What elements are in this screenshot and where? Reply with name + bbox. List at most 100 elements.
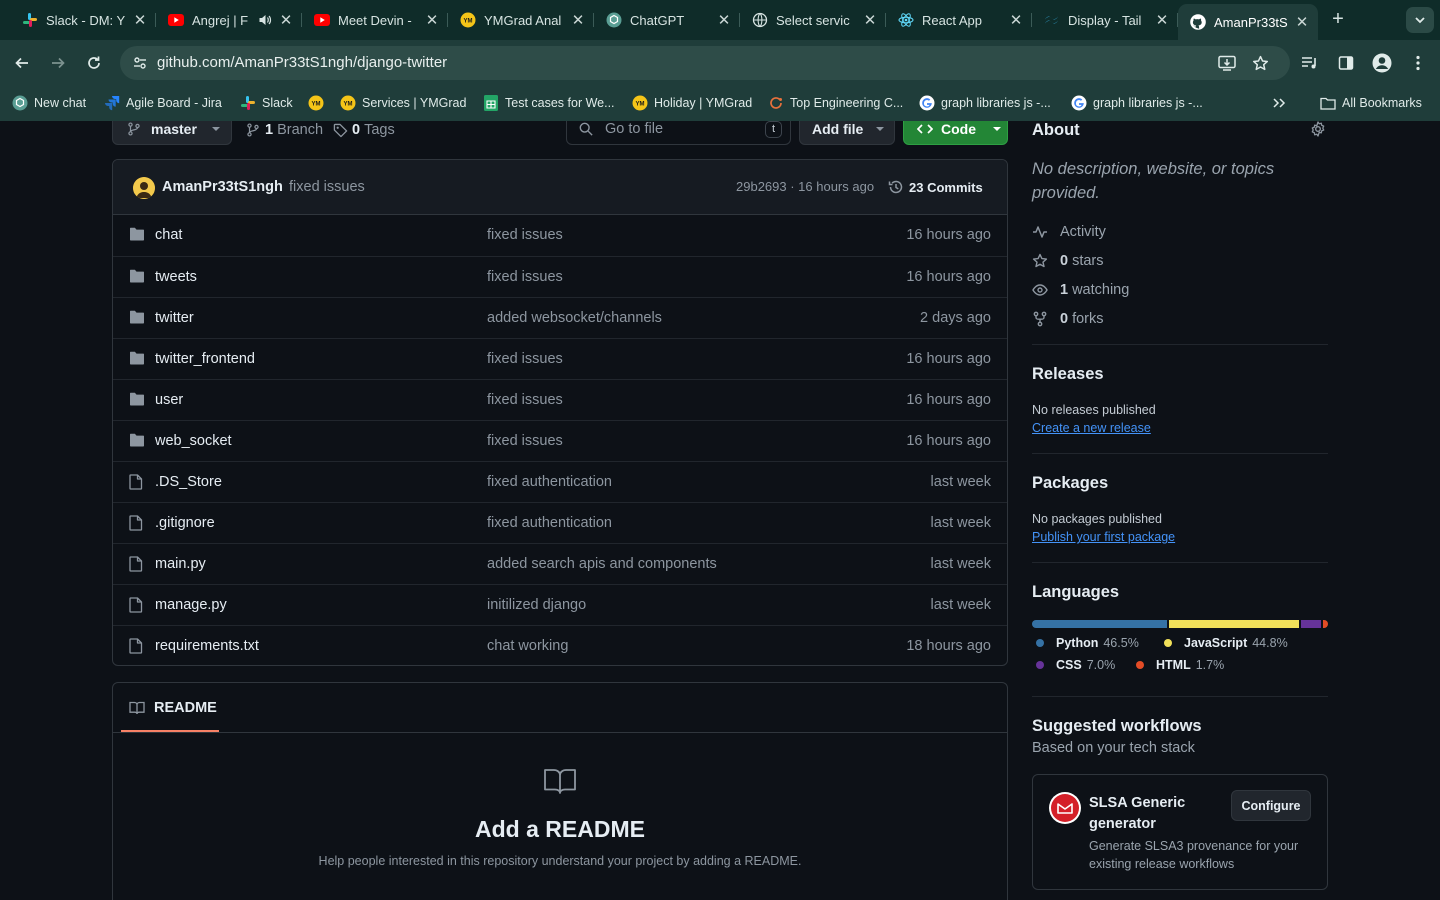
browser-tab[interactable]: YM YMGrad Anal ✕ xyxy=(448,5,594,35)
install-app-icon[interactable] xyxy=(1217,54,1237,72)
file-name[interactable]: manage.py xyxy=(155,597,227,613)
url-text[interactable]: github.com/AmanPr33tS1ngh/django-twitter xyxy=(157,54,447,71)
bookmark-item[interactable]: Agile Board - Jira xyxy=(104,93,222,113)
file-name[interactable]: user xyxy=(155,392,183,408)
site-settings-icon[interactable] xyxy=(132,55,148,71)
file-row[interactable]: chat fixed issues 16 hours ago xyxy=(113,215,1007,256)
branches-link[interactable]: 1 Branch xyxy=(246,121,323,139)
file-commit-message[interactable]: added search apis and components xyxy=(487,556,717,572)
avatar[interactable] xyxy=(133,177,155,199)
browser-tab[interactable]: Angrej | F ✕ xyxy=(156,5,302,35)
commits-link[interactable]: 23 Commits xyxy=(888,179,983,195)
close-icon[interactable]: ✕ xyxy=(1008,11,1024,29)
file-name[interactable]: twitter_frontend xyxy=(155,351,255,367)
browser-tab[interactable]: React App ✕ xyxy=(886,5,1032,35)
file-commit-message[interactable]: fixed issues xyxy=(487,351,563,367)
bookmark-item[interactable]: graph libraries js -... xyxy=(919,93,1051,113)
bookmark-item[interactable]: Top Engineering C... xyxy=(768,93,903,113)
browser-tab[interactable]: Meet Devin - ✕ xyxy=(302,5,448,35)
code-button[interactable]: Code xyxy=(903,121,1008,145)
tab-search-button[interactable] xyxy=(1406,7,1434,33)
bookmark-item[interactable]: Slack xyxy=(240,93,293,113)
file-row[interactable]: web_socket fixed issues 16 hours ago xyxy=(113,420,1007,461)
bookmark-star-icon[interactable] xyxy=(1250,54,1270,72)
publish-package-link[interactable]: Publish your first package xyxy=(1032,530,1175,544)
profile-button[interactable] xyxy=(1370,51,1394,75)
tags-link[interactable]: 0 Tags xyxy=(333,121,395,139)
file-row[interactable]: manage.py initilized django last week xyxy=(113,584,1007,625)
file-commit-message[interactable]: fixed issues xyxy=(487,269,563,285)
file-commit-message[interactable]: initilized django xyxy=(487,597,586,613)
file-name[interactable]: requirements.txt xyxy=(155,638,259,654)
releases-heading[interactable]: Releases xyxy=(1032,365,1104,384)
close-icon[interactable]: ✕ xyxy=(1154,11,1170,29)
file-row[interactable]: requirements.txt chat working 18 hours ago xyxy=(113,625,1007,665)
new-tab-button[interactable]: + xyxy=(1326,8,1350,32)
file-row[interactable]: main.py added search apis and components l… xyxy=(113,543,1007,584)
close-icon[interactable]: ✕ xyxy=(570,11,586,29)
bookmark-item[interactable]: New chat xyxy=(12,93,86,113)
language-item[interactable]: CSS 7.0% xyxy=(1036,658,1115,672)
close-icon[interactable]: ✕ xyxy=(862,11,878,29)
address-bar[interactable]: github.com/AmanPr33tS1ngh/django-twitter xyxy=(120,46,1290,80)
all-bookmarks-button[interactable]: All Bookmarks xyxy=(1320,93,1422,113)
file-name[interactable]: .gitignore xyxy=(155,515,215,531)
file-commit-message[interactable]: fixed authentication xyxy=(487,474,612,490)
side-panel-button[interactable] xyxy=(1334,51,1358,75)
gear-icon[interactable] xyxy=(1310,121,1326,137)
file-name[interactable]: twitter xyxy=(155,310,194,326)
file-name[interactable]: main.py xyxy=(155,556,206,572)
file-row[interactable]: twitter_frontend fixed issues 16 hours ago xyxy=(113,338,1007,379)
commit-hash-time[interactable]: 29b2693 · 16 hours ago xyxy=(736,179,874,194)
language-item[interactable]: Python 46.5% xyxy=(1036,636,1139,650)
close-icon[interactable]: ✕ xyxy=(132,11,148,29)
activity-link[interactable]: Activity xyxy=(1032,222,1106,242)
browser-menu-button[interactable] xyxy=(1406,51,1430,75)
branch-selector[interactable]: master xyxy=(112,121,232,145)
bookmark-item[interactable]: YM Services | YMGrad xyxy=(340,93,466,113)
packages-heading[interactable]: Packages xyxy=(1032,474,1108,493)
file-name[interactable]: web_socket xyxy=(155,433,232,449)
speaker-icon[interactable] xyxy=(258,13,272,27)
bookmark-item[interactable]: Test cases for We... xyxy=(483,93,615,113)
browser-tab[interactable]: AmanPr33tS ✕ xyxy=(1178,4,1318,40)
bookmark-item[interactable]: YM xyxy=(308,93,330,113)
browser-tab[interactable]: ChatGPT ✕ xyxy=(594,5,740,35)
watchers-link[interactable]: 1 watching xyxy=(1032,280,1129,300)
file-commit-message[interactable]: fixed issues xyxy=(487,392,563,408)
forks-link[interactable]: 0 forks xyxy=(1032,309,1104,329)
language-item[interactable]: JavaScript 44.8% xyxy=(1164,636,1288,650)
language-item[interactable]: HTML 1.7% xyxy=(1136,658,1224,672)
file-name[interactable]: tweets xyxy=(155,269,197,285)
close-icon[interactable]: ✕ xyxy=(424,11,440,29)
browser-tab[interactable]: Select servic ✕ xyxy=(740,5,886,35)
file-name[interactable]: .DS_Store xyxy=(155,474,222,490)
workflow-title[interactable]: SLSA Generic generator xyxy=(1089,793,1229,835)
close-icon[interactable]: ✕ xyxy=(278,11,294,29)
media-controls-button[interactable] xyxy=(1298,51,1322,75)
bookmark-item[interactable]: YM Holiday | YMGrad xyxy=(632,93,752,113)
add-file-button[interactable]: Add file xyxy=(799,121,895,145)
commit-author[interactable]: AmanPr33tS1ngh xyxy=(162,179,283,195)
configure-button[interactable]: Configure xyxy=(1231,790,1311,821)
close-icon[interactable]: ✕ xyxy=(716,11,732,29)
file-commit-message[interactable]: fixed issues xyxy=(487,227,563,243)
readme-tab[interactable]: README xyxy=(129,700,217,716)
reload-button[interactable] xyxy=(82,51,106,75)
forward-button[interactable] xyxy=(46,51,70,75)
browser-tab[interactable]: Slack - DM: Y ✕ xyxy=(10,5,156,35)
back-button[interactable] xyxy=(10,51,34,75)
file-commit-message[interactable]: fixed issues xyxy=(487,433,563,449)
commit-message[interactable]: fixed issues xyxy=(289,179,365,195)
close-icon[interactable]: ✕ xyxy=(1294,13,1310,31)
more-bookmarks-button[interactable] xyxy=(1272,93,1286,113)
browser-tab[interactable]: Display - Tail ✕ xyxy=(1032,5,1178,35)
file-commit-message[interactable]: chat working xyxy=(487,638,568,654)
file-row[interactable]: tweets fixed issues 16 hours ago xyxy=(113,256,1007,297)
go-to-file-input[interactable]: Go to file t xyxy=(566,121,791,145)
file-name[interactable]: chat xyxy=(155,227,182,243)
file-commit-message[interactable]: added websocket/channels xyxy=(487,310,662,326)
file-row[interactable]: user fixed issues 16 hours ago xyxy=(113,379,1007,420)
file-commit-message[interactable]: fixed authentication xyxy=(487,515,612,531)
bookmark-item[interactable]: graph libraries js -... xyxy=(1071,93,1203,113)
